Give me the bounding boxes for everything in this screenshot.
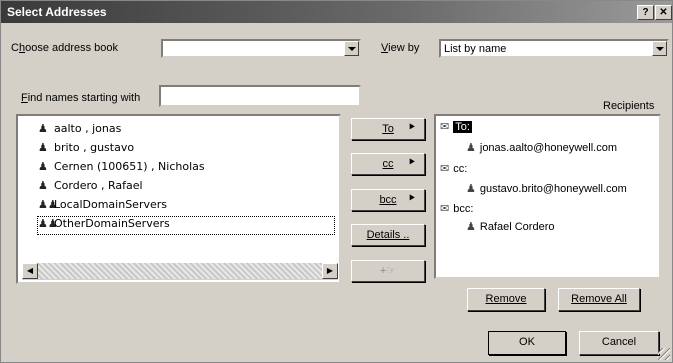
list-item-selected[interactable]: ♟♟OtherDomainServers (37, 216, 335, 235)
remove-all-button[interactable]: Remove All (558, 288, 640, 311)
to-recipient-item[interactable]: ♟ jonas.aalto@honeywell.com (466, 141, 617, 154)
scroll-track[interactable] (38, 263, 322, 279)
group-icon: ♟♟ (38, 217, 58, 230)
add-group-button[interactable]: +☞ (351, 260, 425, 282)
list-item[interactable]: ♟ brito , gustavo (38, 141, 134, 158)
details-button[interactable]: Details .. (351, 224, 425, 246)
cc-header[interactable]: ✉ cc: (440, 162, 467, 175)
select-addresses-dialog: Select Addresses ? ✕ Choose address book… (0, 0, 673, 363)
names-list[interactable]: ♟ aalto , jonas ♟ brito , gustavo ♟ Cernen … (16, 114, 341, 284)
hand-pointer-icon: ☞ (386, 265, 397, 277)
list-item[interactable]: ♟ Cordero , Rafael (38, 179, 143, 196)
arrow-right-icon: ⯈ (407, 193, 416, 205)
dialog-title: Select Addresses (7, 5, 107, 19)
cancel-button[interactable]: Cancel (579, 331, 659, 355)
cc-button[interactable]: cc ⯈ (351, 153, 425, 175)
person-icon: ♟ (38, 141, 48, 154)
remove-button[interactable]: Remove (467, 288, 545, 311)
chevron-down-icon[interactable] (344, 41, 359, 56)
address-book-select[interactable] (161, 39, 361, 58)
person-icon: ♟ (466, 183, 476, 195)
bcc-button[interactable]: bcc ⯈ (351, 189, 425, 211)
scroll-right-icon[interactable]: ▶ (322, 263, 338, 279)
help-button[interactable]: ? (637, 5, 654, 20)
envelope-icon: ✉ (440, 121, 450, 133)
group-icon: ♟♟ (38, 198, 58, 211)
person-icon: ♟ (466, 142, 476, 154)
view-by-label: View by (381, 42, 420, 54)
close-button[interactable]: ✕ (655, 5, 672, 20)
arrow-right-icon: ⯈ (407, 157, 416, 169)
to-button[interactable]: To ⯈ (351, 118, 425, 140)
view-by-select[interactable]: List by name (439, 39, 669, 58)
envelope-icon: ✉ (440, 203, 450, 215)
person-icon: ♟ (38, 179, 48, 192)
person-icon: ♟ (38, 122, 48, 135)
bcc-header[interactable]: ✉ bcc: (440, 202, 473, 215)
find-names-input[interactable] (159, 85, 361, 107)
title-bar[interactable]: Select Addresses ? ✕ (1, 1, 672, 23)
ok-button[interactable]: OK (488, 331, 566, 355)
bcc-recipient-item[interactable]: ♟ Rafael Cordero (466, 220, 554, 233)
person-icon: ♟ (38, 160, 48, 173)
resize-grip-icon[interactable] (658, 348, 670, 360)
list-item[interactable]: ♟♟LocalDomainServers (38, 198, 167, 215)
envelope-icon: ✉ (440, 163, 450, 175)
recipients-label: Recipients (603, 100, 655, 112)
list-item[interactable]: ♟ aalto , jonas (38, 122, 121, 139)
horizontal-scrollbar[interactable]: ◀ ▶ (22, 263, 338, 280)
person-icon: ♟ (466, 221, 476, 233)
chevron-down-icon[interactable] (652, 41, 667, 56)
address-book-label: Choose address book (11, 42, 119, 54)
scroll-left-icon[interactable]: ◀ (22, 263, 38, 279)
arrow-right-icon: ⯈ (407, 122, 416, 134)
recipients-list[interactable]: ✉ To: ♟ jonas.aalto@honeywell.com ✉ cc: ♟ gu… (434, 114, 661, 279)
list-item[interactable]: ♟ Cernen (100651) , Nicholas (38, 160, 205, 177)
find-names-label: Find names starting with (21, 92, 141, 104)
to-header[interactable]: ✉ To: (440, 120, 472, 133)
cc-recipient-item[interactable]: ♟ gustavo.brito@honeywell.com (466, 182, 627, 195)
